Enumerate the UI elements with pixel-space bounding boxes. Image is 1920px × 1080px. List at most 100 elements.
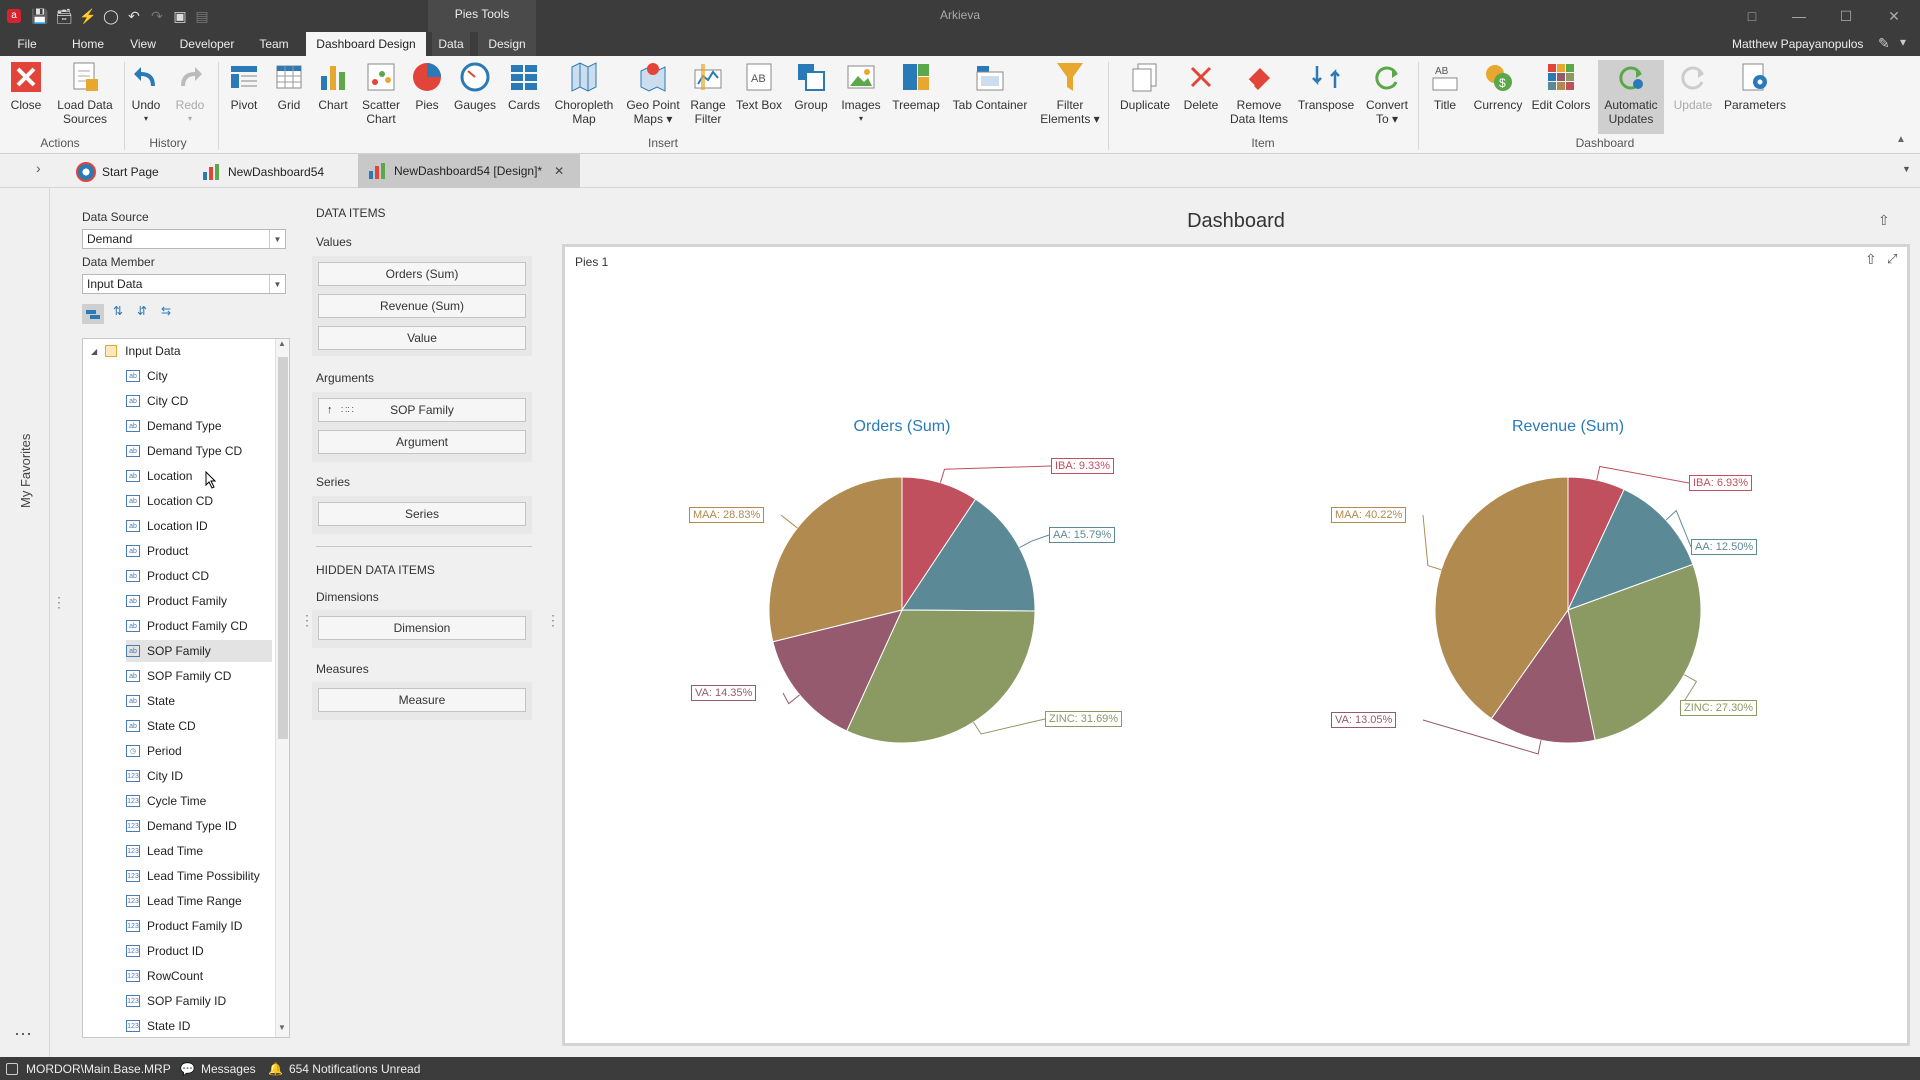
grid-options-icon[interactable]: ∷∷	[341, 405, 354, 416]
export-dashboard-icon[interactable]: ⇧	[1878, 212, 1890, 229]
redo-button[interactable]: Redo ▾	[172, 60, 208, 134]
close-window-icon[interactable]: ✕	[1882, 6, 1906, 26]
delete-button[interactable]: Delete	[1178, 60, 1224, 134]
tree-field-item[interactable]: ab State	[126, 690, 289, 712]
tab-dashboard-design[interactable]: Dashboard Design	[306, 32, 426, 56]
tree-field-item[interactable]: ab SOP Family CD	[126, 665, 289, 687]
tree-field-item[interactable]: ab SOP Family	[126, 640, 272, 662]
tree-field-item[interactable]: 123 City ID	[126, 765, 289, 787]
tree-field-item[interactable]: 123 Product ID	[126, 940, 289, 962]
lightning-icon[interactable]: ⚡	[78, 6, 98, 26]
gauges-button[interactable]: Gauges	[452, 60, 498, 134]
user-name[interactable]: Matthew Papayanopulos	[1732, 37, 1863, 51]
tree-field-item[interactable]: 123 State ID	[126, 1015, 289, 1037]
scatter-chart-button[interactable]: Scatter Chart	[358, 60, 404, 134]
customize-quick-icon[interactable]: ▤	[192, 6, 212, 26]
tree-field-item[interactable]: ab Product Family	[126, 590, 289, 612]
notifications-button[interactable]: 🔔 654 Notifications Unread	[268, 1060, 420, 1077]
tab-data[interactable]: Data	[432, 32, 470, 56]
tree-field-item[interactable]: 123 Lead Time Range	[126, 890, 289, 912]
sort-descending-icon[interactable]: ⇵	[132, 304, 152, 324]
tree-field-item[interactable]: ab Product	[126, 540, 289, 562]
convert-to-button[interactable]: Convert To ▾	[1362, 60, 1412, 134]
tab-start-page[interactable]: Start Page	[76, 158, 196, 186]
treemap-button[interactable]: Treemap	[888, 60, 944, 134]
remove-data-items-button[interactable]: Remove Data Items	[1228, 60, 1290, 134]
save-icon[interactable]: 💾	[30, 6, 50, 26]
tab-dashboard[interactable]: NewDashboard54	[202, 158, 352, 186]
tree-field-item[interactable]: ab Demand Type CD	[126, 440, 289, 462]
sort-ascending-icon[interactable]: ⇅	[108, 304, 128, 324]
tree-field-item[interactable]: ◷ Period	[126, 740, 289, 762]
duplicate-button[interactable]: Duplicate	[1116, 60, 1174, 134]
database-path[interactable]: MORDOR\Main.Base.MRP	[6, 1060, 171, 1077]
sort-arrow-icon[interactable]: ↑	[327, 404, 333, 416]
pivot-button[interactable]: Pivot	[224, 60, 264, 134]
update-button[interactable]: Update	[1668, 60, 1718, 134]
tree-field-item[interactable]: 123 Demand Type ID	[126, 815, 289, 837]
pies-button[interactable]: Pies	[408, 60, 446, 134]
cards-button[interactable]: Cards	[504, 60, 544, 134]
tab-file[interactable]: File	[10, 32, 44, 56]
group-by-type-icon[interactable]	[82, 304, 104, 324]
load-data-sources-button[interactable]: Load Data Sources	[52, 60, 118, 134]
tab-container-button[interactable]: Tab Container	[948, 60, 1032, 134]
scroll-down-icon[interactable]: ▼	[278, 1023, 286, 1032]
undo-button[interactable]: Undo ▾	[128, 60, 164, 134]
save-all-icon[interactable]: 🗃	[54, 6, 74, 26]
save-quick-icon[interactable]: ▣	[170, 6, 190, 26]
minimize-icon[interactable]: —	[1787, 6, 1811, 26]
tree-field-item[interactable]: 123 SOP Family ID	[126, 990, 289, 1012]
value-item-orders[interactable]: Orders (Sum)	[318, 262, 526, 286]
app-logo-icon[interactable]: a	[4, 6, 24, 26]
messages-button[interactable]: 💬 Messages	[180, 1060, 256, 1077]
tab-home[interactable]: Home	[66, 32, 110, 56]
group-button[interactable]: Group	[788, 60, 834, 134]
tree-field-item[interactable]: ab Product CD	[126, 565, 289, 587]
left-splitter-icon[interactable]: ⋮	[52, 594, 66, 611]
tree-field-item[interactable]: 123 Lead Time Possibility	[126, 865, 289, 887]
transpose-button[interactable]: Transpose	[1294, 60, 1358, 134]
value-item-revenue[interactable]: Revenue (Sum)	[318, 294, 526, 318]
range-filter-button[interactable]: Range Filter	[688, 60, 728, 134]
grid-button[interactable]: Grid	[270, 60, 308, 134]
tree-field-item[interactable]: ab Product Family CD	[126, 615, 289, 637]
restore-panel-icon[interactable]: □	[1740, 6, 1764, 26]
data-source-select[interactable]: Demand ▼	[82, 229, 286, 249]
close-button[interactable]: Close	[6, 60, 46, 134]
edit-colors-button[interactable]: Edit Colors	[1528, 60, 1594, 134]
tab-dashboard-design[interactable]: NewDashboard54 [Design]* ✕	[358, 154, 580, 188]
choropleth-map-button[interactable]: Choropleth Map	[550, 60, 618, 134]
undo-quick-icon[interactable]: ↶	[124, 6, 144, 26]
series-placeholder[interactable]: Series	[318, 502, 526, 526]
tree-field-item[interactable]: ab Demand Type	[126, 415, 289, 437]
argument-item-sop-family[interactable]: ↑ ∷∷ SOP Family	[318, 398, 526, 422]
tree-field-item[interactable]: 123 RowCount	[126, 965, 289, 987]
refresh-fields-icon[interactable]: ⇆	[156, 304, 176, 324]
data-member-select[interactable]: Input Data ▼	[82, 274, 286, 294]
scroll-up-icon[interactable]: ▲	[278, 339, 286, 348]
lightbulb-icon[interactable]: ◯	[101, 6, 121, 26]
value-placeholder[interactable]: Value	[318, 326, 526, 350]
scroll-thumb[interactable]	[278, 357, 288, 739]
images-button[interactable]: Images ▾	[838, 60, 884, 134]
collapse-ribbon-icon[interactable]: ▲	[1896, 134, 1906, 145]
more-options-icon[interactable]: ⋯	[14, 1024, 32, 1045]
close-tab-icon[interactable]: ✕	[554, 164, 564, 178]
maximize-icon[interactable]: ☐	[1834, 6, 1858, 26]
automatic-updates-button[interactable]: Automatic Updates	[1598, 60, 1664, 134]
tab-team[interactable]: Team	[255, 32, 293, 56]
tree-field-item[interactable]: ab City CD	[126, 390, 289, 412]
tree-scrollbar[interactable]: ▲ ▼	[275, 339, 289, 1037]
currency-button[interactable]: $ Currency	[1472, 60, 1524, 134]
redo-quick-icon[interactable]: ↷	[147, 6, 167, 26]
tree-field-item[interactable]: 123 Lead Time	[126, 840, 289, 862]
tree-field-item[interactable]: ab State CD	[126, 715, 289, 737]
pies-panel[interactable]: Pies 1 ⇧ ⤢ Orders (Sum) Revenue (Sum) IB…	[562, 244, 1910, 1046]
geo-point-maps-button[interactable]: Geo Point Maps ▾	[624, 60, 682, 134]
user-settings-icon[interactable]: ✎	[1878, 35, 1890, 52]
tree-field-item[interactable]: 123 Cycle Time	[126, 790, 289, 812]
tab-developer[interactable]: Developer	[176, 32, 238, 56]
panel-splitter-right-icon[interactable]: ⋮	[546, 612, 560, 629]
title-button[interactable]: AB Title	[1424, 60, 1466, 134]
